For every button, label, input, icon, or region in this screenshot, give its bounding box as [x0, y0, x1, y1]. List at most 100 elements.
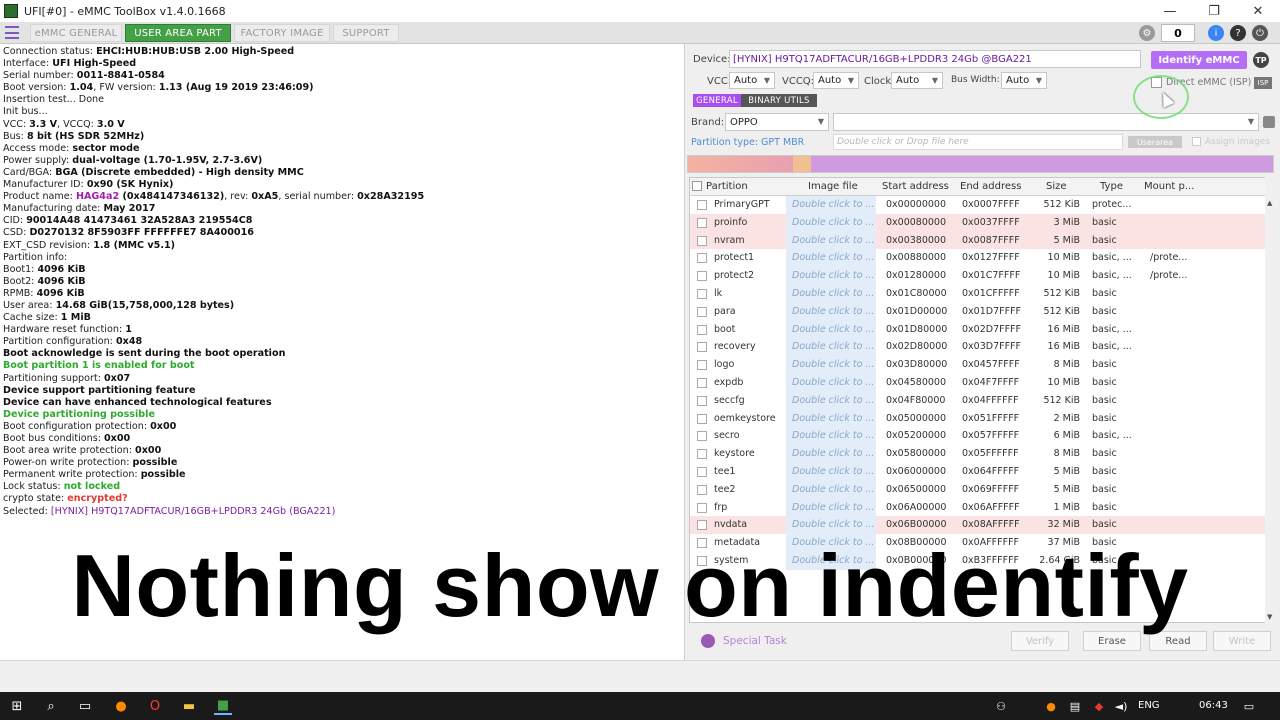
- image-file-cell[interactable]: Double click to ...: [786, 480, 876, 499]
- image-file-cell[interactable]: Double click to ...: [786, 249, 876, 268]
- table-row[interactable]: para Double click to ... 0x01D00000 0x01D7F…: [690, 302, 1266, 321]
- help-icon[interactable]: ?: [1230, 25, 1246, 41]
- image-file-cell[interactable]: Double click to ...: [786, 196, 876, 214]
- table-row[interactable]: lk Double click to ... 0x01C80000 0x01CFFFF…: [690, 284, 1266, 303]
- clock-select[interactable]: Auto ▼: [891, 72, 943, 89]
- bus-width-select[interactable]: Auto ▼: [1001, 72, 1047, 89]
- table-row[interactable]: expdb Double click to ... 0x04580000 0x04F7…: [690, 373, 1266, 392]
- header-image-file[interactable]: Image file: [808, 181, 858, 192]
- assign-images-checkbox[interactable]: [1192, 137, 1201, 146]
- close-button[interactable]: ✕: [1236, 0, 1280, 22]
- row-checkbox[interactable]: [697, 200, 707, 210]
- image-file-cell[interactable]: Double click to ...: [786, 427, 876, 446]
- info-icon[interactable]: i: [1208, 25, 1224, 41]
- table-row[interactable]: protect1 Double click to ... 0x00880000 0x0…: [690, 249, 1266, 268]
- drop-file-field[interactable]: Double click or Drop file here: [833, 134, 1123, 150]
- gear-icon[interactable]: ⚙: [1139, 25, 1155, 41]
- brand-select[interactable]: OPPO ▼: [725, 113, 829, 131]
- row-checkbox[interactable]: [697, 288, 707, 299]
- tab-user-area-part[interactable]: USER AREA PART: [125, 24, 231, 42]
- network-icon[interactable]: ▤: [1066, 697, 1084, 715]
- row-checkbox[interactable]: [697, 306, 707, 317]
- row-checkbox[interactable]: [697, 431, 707, 442]
- language-indicator[interactable]: ENG: [1138, 700, 1160, 711]
- table-row[interactable]: keystore Double click to ... 0x05800000 0x0…: [690, 445, 1266, 463]
- opera-icon[interactable]: O: [146, 697, 164, 715]
- row-checkbox[interactable]: [697, 342, 707, 353]
- table-row[interactable]: oemkeystore Double click to ... 0x05000000…: [690, 409, 1266, 428]
- notifications-icon[interactable]: ▭: [1240, 697, 1258, 715]
- table-row[interactable]: tee2 Double click to ... 0x06500000 0x069FF…: [690, 480, 1266, 499]
- header-size[interactable]: Size: [1046, 181, 1067, 192]
- tab-factory-image[interactable]: FACTORY IMAGE: [234, 24, 330, 42]
- windows-start-icon[interactable]: ⊞: [8, 697, 26, 715]
- image-file-cell[interactable]: Double click to ...: [786, 498, 876, 517]
- row-checkbox[interactable]: [697, 395, 707, 406]
- image-file-cell[interactable]: Double click to ...: [786, 373, 876, 392]
- firmware-select[interactable]: ▼: [833, 113, 1259, 131]
- row-checkbox[interactable]: [697, 466, 707, 477]
- row-checkbox[interactable]: [697, 484, 707, 495]
- header-start-address[interactable]: Start address: [882, 181, 949, 192]
- row-checkbox[interactable]: [697, 217, 707, 228]
- image-file-cell[interactable]: Double click to ...: [786, 356, 876, 374]
- table-row[interactable]: proinfo Double click to ... 0x00080000 0x00…: [690, 213, 1266, 232]
- task-view-icon[interactable]: ▭: [76, 697, 94, 715]
- row-checkbox[interactable]: [697, 271, 707, 282]
- volume-icon[interactable]: ◄): [1112, 697, 1130, 715]
- vccq-select[interactable]: Auto ▼: [813, 72, 859, 89]
- row-checkbox[interactable]: [697, 520, 707, 531]
- image-file-cell[interactable]: Double click to ...: [786, 213, 876, 232]
- table-scrollbar[interactable]: ▲ ▼: [1265, 177, 1276, 623]
- row-checkbox[interactable]: [697, 253, 707, 264]
- tray-alert-icon[interactable]: ◆: [1090, 697, 1108, 715]
- table-row[interactable]: boot Double click to ... 0x01D80000 0x02D7F…: [690, 320, 1266, 339]
- tray-app-icon[interactable]: ●: [1042, 697, 1060, 715]
- maximize-button[interactable]: ❐: [1192, 0, 1236, 22]
- image-file-cell[interactable]: Double click to ...: [786, 516, 876, 535]
- subtab-binary-utils[interactable]: BINARY UTILS: [741, 94, 817, 107]
- row-checkbox[interactable]: [697, 235, 707, 246]
- device-field[interactable]: [HYNIX] H9TQ17ADFTACUR/16GB+LPDDR3 24Gb …: [729, 50, 1141, 68]
- row-checkbox[interactable]: [697, 377, 707, 388]
- identify-emmc-button[interactable]: Identify eMMC: [1151, 51, 1247, 69]
- subtab-general[interactable]: GENERAL: [693, 94, 741, 107]
- table-row[interactable]: frp Double click to ... 0x06A00000 0x06AFFF…: [690, 498, 1266, 517]
- image-file-cell[interactable]: Double click to ...: [786, 231, 876, 250]
- row-checkbox[interactable]: [697, 449, 707, 460]
- file-explorer-icon[interactable]: ▬: [180, 697, 198, 715]
- row-checkbox[interactable]: [697, 324, 707, 335]
- app-taskbar-icon[interactable]: ●: [112, 697, 130, 715]
- image-file-cell[interactable]: Double click to ...: [786, 338, 876, 357]
- folder-icon[interactable]: [1263, 116, 1275, 128]
- table-row[interactable]: logo Double click to ... 0x03D80000 0x0457F…: [690, 356, 1266, 374]
- header-mount-point[interactable]: Mount p...: [1144, 181, 1194, 192]
- search-icon[interactable]: ⌕: [42, 697, 60, 715]
- tab-support[interactable]: SUPPORT: [333, 24, 399, 42]
- image-file-cell[interactable]: Double click to ...: [786, 302, 876, 321]
- header-partition[interactable]: Partition: [706, 181, 748, 192]
- scroll-up-icon[interactable]: ▲: [1267, 199, 1272, 207]
- row-checkbox[interactable]: [697, 360, 707, 371]
- table-row[interactable]: PrimaryGPT Double click to ... 0x00000000 0…: [690, 196, 1266, 214]
- image-file-cell[interactable]: Double click to ...: [786, 445, 876, 463]
- table-row[interactable]: secro Double click to ... 0x05200000 0x057F…: [690, 427, 1266, 446]
- emmc-toolbox-taskbar-icon[interactable]: ■: [214, 697, 232, 715]
- image-file-cell[interactable]: Double click to ...: [786, 320, 876, 339]
- vcc-select[interactable]: Auto ▼: [729, 72, 775, 89]
- tab-emmc-general[interactable]: eMMC GENERAL: [30, 24, 122, 42]
- scroll-down-icon[interactable]: ▼: [1267, 613, 1272, 621]
- people-icon[interactable]: ⚇: [992, 697, 1010, 715]
- header-end-address[interactable]: End address: [960, 181, 1021, 192]
- power-icon[interactable]: ⏻: [1252, 25, 1268, 41]
- table-row[interactable]: seccfg Double click to ... 0x04F80000 0x04F…: [690, 391, 1266, 410]
- clock[interactable]: 06:43: [1199, 700, 1228, 711]
- table-row[interactable]: recovery Double click to ... 0x02D80000 0x0…: [690, 338, 1266, 357]
- table-row[interactable]: tee1 Double click to ... 0x06000000 0x064FF…: [690, 462, 1266, 481]
- select-all-checkbox[interactable]: [692, 181, 702, 191]
- image-file-cell[interactable]: Double click to ...: [786, 391, 876, 410]
- image-file-cell[interactable]: Double click to ...: [786, 409, 876, 428]
- userarea-button[interactable]: Userarea: [1128, 136, 1182, 148]
- image-file-cell[interactable]: Double click to ...: [786, 462, 876, 481]
- minimize-button[interactable]: —: [1148, 0, 1192, 22]
